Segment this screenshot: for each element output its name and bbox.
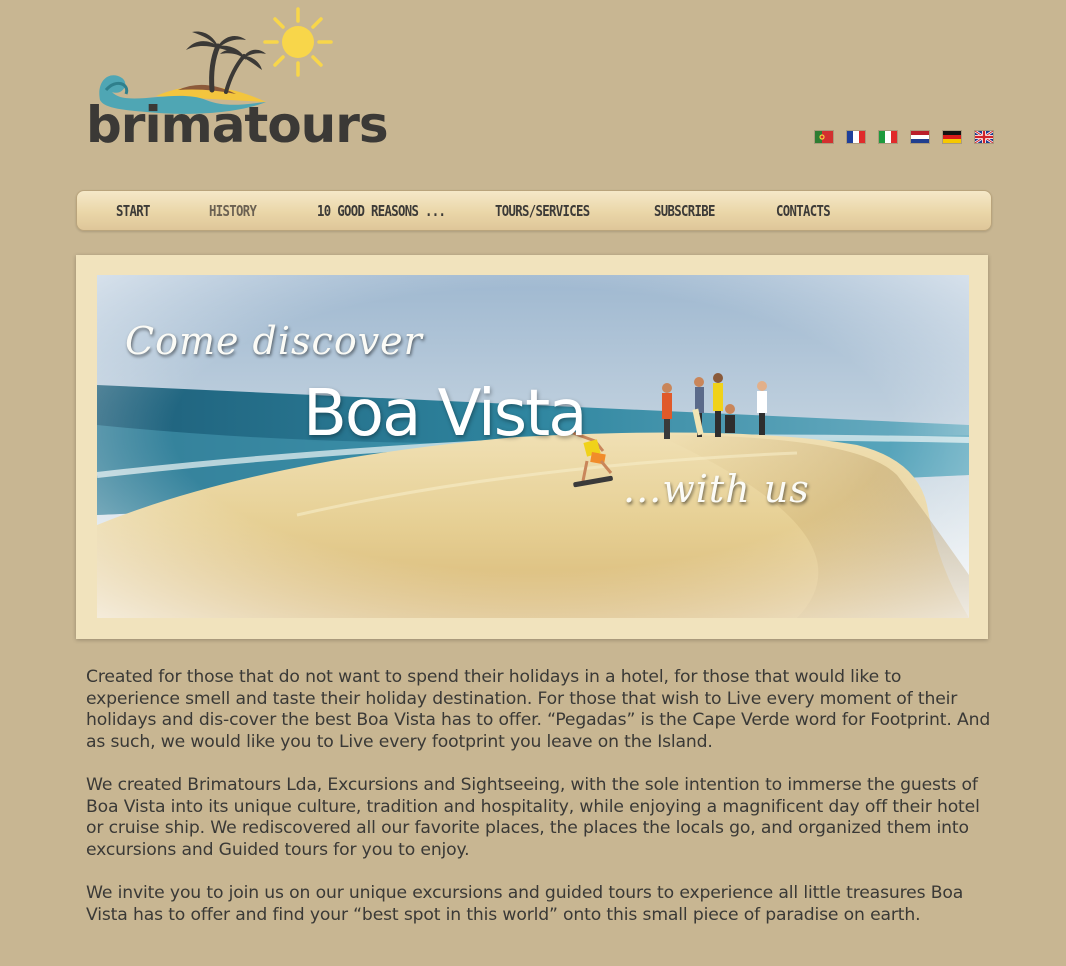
hero-heading-boa-vista: Boa Vista (303, 377, 587, 451)
hero-banner-frame: Come discover Boa Vista ...with us (76, 255, 988, 639)
uk-flag-icon[interactable] (975, 131, 993, 143)
italy-flag-icon[interactable] (879, 131, 897, 143)
hero-heading-come-discover: Come discover (125, 319, 423, 363)
nav-item-tours-services[interactable]: TOURS/SERVICES (495, 191, 590, 230)
france-flag-icon[interactable] (847, 131, 865, 143)
portugal-flag-icon[interactable] (815, 131, 833, 143)
main-navigation: START HISTORY 10 GOOD REASONS ... TOURS/… (76, 190, 992, 231)
brimatours-logo[interactable]: brimatours (86, 4, 389, 164)
intro-text: Created for those that do not want to sp… (86, 667, 991, 948)
hero-heading-with-us: ...with us (623, 467, 810, 511)
nav-item-10-good-reasons[interactable]: 10 GOOD REASONS ... (317, 191, 446, 230)
nav-item-subscribe[interactable]: SUBSCRIBE (654, 191, 715, 230)
germany-flag-icon[interactable] (943, 131, 961, 143)
language-selector (815, 131, 993, 143)
intro-paragraph: Created for those that do not want to sp… (86, 667, 991, 752)
nav-item-start[interactable]: START (116, 191, 150, 230)
hero-banner[interactable]: Come discover Boa Vista ...with us (97, 275, 969, 618)
intro-paragraph: We invite you to join us on our unique e… (86, 882, 964, 925)
nav-item-history[interactable]: HISTORY (209, 191, 257, 230)
intro-paragraph: We created Brimatours Lda, Excursions an… (86, 774, 980, 860)
netherlands-flag-icon[interactable] (911, 131, 929, 143)
nav-item-contacts[interactable]: CONTACTS (776, 191, 831, 230)
logo-wordmark: brimatours (86, 96, 389, 154)
